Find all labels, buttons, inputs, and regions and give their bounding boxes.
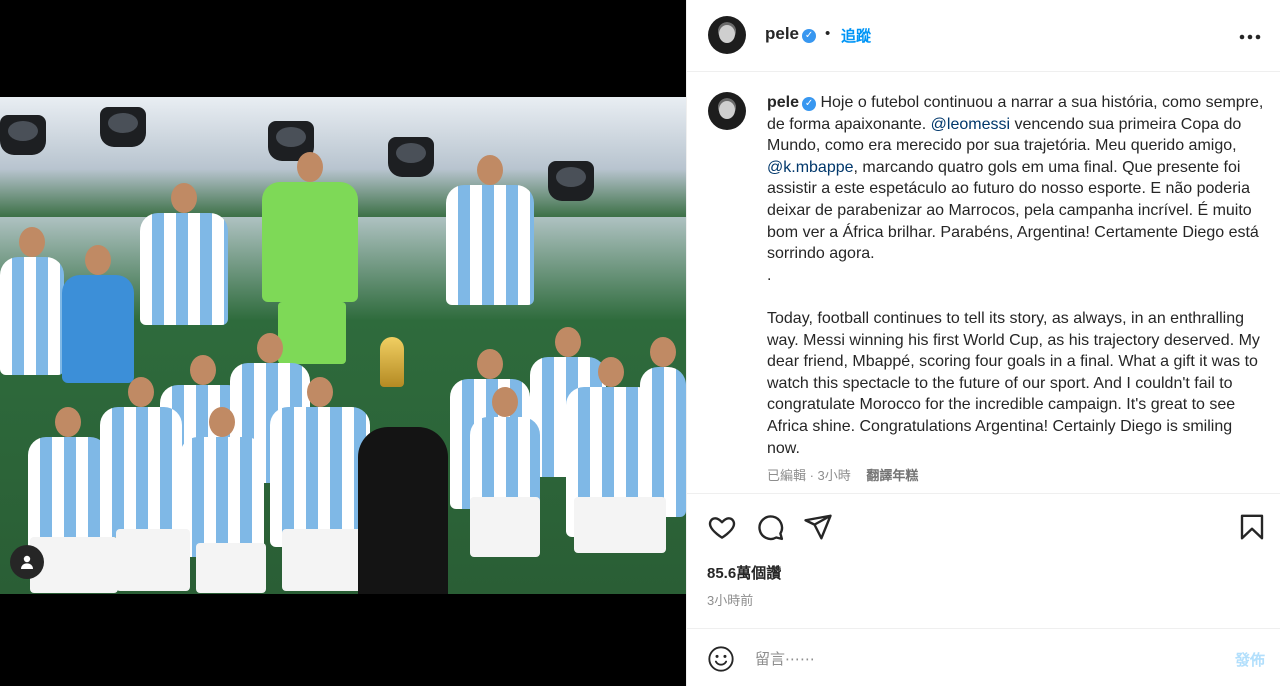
share-send-icon[interactable] [803, 512, 833, 542]
action-bar [687, 494, 1280, 558]
verified-badge-icon: ✓ [802, 28, 817, 43]
post-comment-button[interactable]: 發佈 [1235, 649, 1265, 670]
save-bookmark-icon[interactable] [1237, 512, 1267, 542]
caption-en: Today, football continues to tell its st… [767, 309, 1260, 457]
mention-kmbappe-link[interactable]: @k.mbappe [767, 159, 854, 176]
translate-button[interactable]: 翻譯年糕 [866, 468, 918, 483]
username[interactable]: pele [765, 24, 799, 43]
post-time: 3小時前 [707, 593, 754, 608]
caption-area: pele ✓ Hoje o futebol continuou a narrar … [687, 72, 1280, 494]
username-link[interactable]: pele ✓ [765, 24, 817, 44]
like-heart-icon[interactable] [707, 512, 737, 542]
caption-dot: . [767, 266, 772, 284]
likes-count[interactable]: 85.6萬個讚 [707, 562, 781, 583]
caption-username[interactable]: pele [767, 94, 799, 111]
follow-button[interactable]: 追蹤 [841, 25, 871, 46]
avatar[interactable] [708, 16, 746, 54]
caption-avatar[interactable] [708, 92, 746, 130]
post-photo [0, 97, 686, 594]
more-options-icon[interactable] [1239, 26, 1261, 40]
emoji-icon[interactable] [707, 645, 735, 673]
separator-dot: • [825, 25, 831, 42]
tagged-user-icon[interactable] [10, 545, 44, 579]
post-header: pele ✓ • 追蹤 [687, 0, 1280, 72]
comment-bubble-icon[interactable] [755, 512, 785, 542]
caption-text: pele ✓ Hoje o futebol continuou a narrar … [767, 92, 1267, 459]
caption-meta: 已編輯 · 3小時 翻譯年糕 [767, 465, 918, 484]
edited-label: 已編輯 · 3小時 [767, 468, 851, 483]
verified-badge-icon: ✓ [802, 96, 817, 111]
comment-bar: 發佈 [687, 628, 1280, 686]
comment-input[interactable] [755, 647, 1195, 671]
mention-leomessi-link[interactable]: @leomessi [931, 116, 1010, 133]
post-panel: pele ✓ • 追蹤 pele ✓ Hoje o futebol continuo… [686, 0, 1280, 686]
post-media [0, 0, 686, 686]
